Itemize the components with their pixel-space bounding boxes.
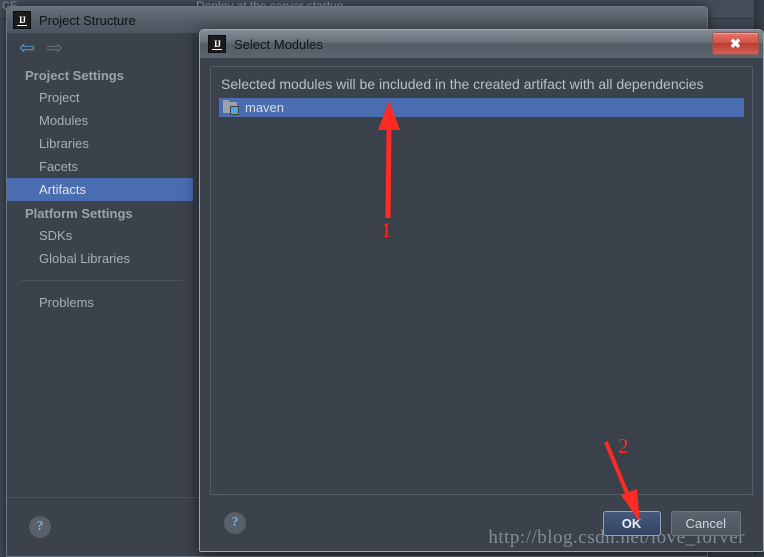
select-modules-titlebar[interactable]: IJ Select Modules ✖ [200,30,763,59]
sidebar-item-problems[interactable]: Problems [7,291,193,314]
select-modules-body: Selected modules will be included in the… [200,58,763,551]
help-icon[interactable]: ? [224,512,246,534]
module-list[interactable]: maven [219,98,744,494]
list-item[interactable]: maven [219,98,744,117]
sidebar-group-project-settings: Project Settings [25,68,124,83]
select-modules-title: Select Modules [234,36,323,52]
intellij-logo-icon: IJ [208,35,226,53]
project-structure-title: Project Structure [39,12,136,28]
close-glyph: ✖ [730,35,741,51]
sidebar-group-platform-settings: Platform Settings [25,206,133,221]
dialog-button-row: OK Cancel [602,510,741,536]
close-icon[interactable]: ✖ [712,32,759,55]
intellij-logo-icon: IJ [13,11,31,29]
back-arrow-icon[interactable]: ⇦ [19,39,35,58]
ok-button[interactable]: OK [602,510,661,536]
sidebar-item-sdks[interactable]: SDKs [7,224,193,247]
cancel-button[interactable]: Cancel [670,510,741,536]
sidebar-divider [21,280,183,281]
navigation-arrows: ⇦ ⇨ [7,33,193,63]
sidebar-item-global-libraries[interactable]: Global Libraries [7,247,193,270]
forward-arrow-icon[interactable]: ⇨ [47,39,63,58]
sidebar-item-modules[interactable]: Modules [7,109,193,132]
select-modules-dialog: IJ Select Modules ✖ Selected modules wil… [199,29,764,552]
select-modules-panel: Selected modules will be included in the… [210,66,753,495]
help-icon[interactable]: ? [29,516,51,538]
sidebar-item-facets[interactable]: Facets [7,155,193,178]
select-modules-description: Selected modules will be included in the… [221,76,704,92]
sidebar-item-libraries[interactable]: Libraries [7,132,193,155]
module-name-label: maven [245,100,285,115]
sidebar-item-project[interactable]: Project [7,86,193,109]
sidebar-item-artifacts[interactable]: Artifacts [7,178,193,201]
select-modules-footer: ? http://blog.csdn.net/love_forver OK Ca… [210,495,753,551]
project-structure-sidebar: ⇦ ⇨ Project Settings Project Modules Lib… [7,33,194,497]
module-folder-icon [223,100,239,115]
